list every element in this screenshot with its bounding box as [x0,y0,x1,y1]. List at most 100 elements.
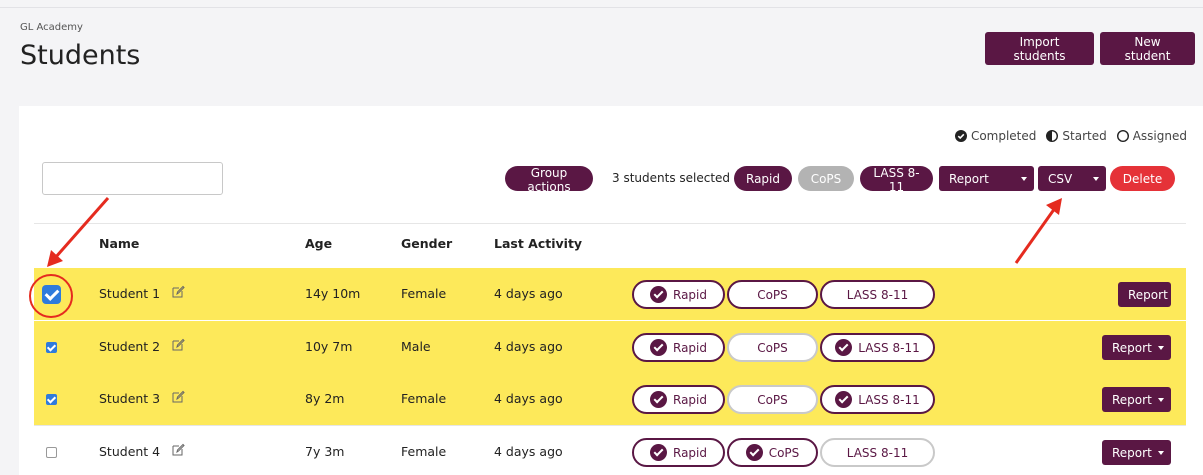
table-top-divider [34,223,1186,224]
selected-count: 3 students selected [612,171,731,185]
test-label: CoPS [768,445,800,460]
column-header-age[interactable]: Age [305,236,332,251]
started-icon [1046,130,1059,142]
csv-label: CSV [1048,171,1073,186]
student-gender: Female [401,444,447,459]
row-checkbox[interactable] [46,394,57,405]
test-rapid-completed[interactable]: Rapid [632,280,725,309]
chevron-down-icon [1158,346,1164,350]
legend-started: Started [1046,129,1107,143]
student-name: Student 1 [99,286,161,301]
test-label: Rapid [673,287,707,302]
test-label: Rapid [673,340,707,355]
test-lass-completed[interactable]: LASS 8-11 [820,333,935,362]
completed-icon [835,391,853,408]
completed-icon [650,286,667,303]
delete-button[interactable]: Delete [1110,166,1175,191]
new-student-button[interactable]: New student [1100,32,1195,65]
test-lass-completed[interactable]: LASS 8-11 [820,385,935,414]
assigned-icon [1116,130,1129,142]
completed-icon [835,339,853,356]
top-divider [0,7,1203,8]
row-checkbox[interactable] [46,447,57,458]
test-cops-completed[interactable]: CoPS [727,438,818,467]
student-gender: Female [401,286,447,301]
csv-dropdown[interactable]: CSV [1038,166,1106,191]
legend-completed: Completed [954,129,1037,143]
test-label: CoPS [757,340,788,355]
search-input[interactable] [42,162,223,195]
edit-icon[interactable] [172,338,185,351]
chevron-down-icon [1021,177,1027,181]
row-report-dropdown[interactable]: Report [1102,387,1171,412]
column-header-name[interactable]: Name [99,236,139,251]
column-header-last-activity[interactable]: Last Activity [494,236,582,251]
test-label: Rapid [673,392,707,407]
row-report-label: Report [1112,445,1152,460]
test-label: LASS 8-11 [858,340,920,355]
row-report-dropdown[interactable]: Report [1102,440,1171,465]
student-age: 8y 2m [305,391,345,406]
completed-icon [954,130,967,142]
test-label: LASS 8-11 [858,392,920,407]
column-header-gender[interactable]: Gender [401,236,452,251]
test-label: LASS 8-11 [846,445,909,460]
test-rapid-completed[interactable]: Rapid [632,333,725,362]
test-label: Rapid [673,445,707,460]
student-gender: Male [401,339,431,354]
test-lass-assigned[interactable]: LASS 8-11 [820,280,935,309]
group-report-label: Report [949,171,989,186]
chevron-down-icon [1093,177,1099,181]
edit-icon[interactable] [172,285,185,298]
completed-icon [650,444,667,461]
legend-started-label: Started [1062,129,1107,143]
test-rapid-completed[interactable]: Rapid [632,438,725,467]
table-row: Student 4 7y 3m Female 4 days ago Rapid … [34,426,1186,475]
test-label: CoPS [757,392,788,407]
group-report-dropdown[interactable]: Report [939,166,1034,191]
legend-completed-label: Completed [970,129,1037,143]
row-report-dropdown[interactable]: Report [1102,335,1171,360]
table-row: Student 1 14y 10m Female 4 days ago Rapi… [34,268,1186,320]
row-report-label: Report [1112,340,1152,355]
student-last-activity: 4 days ago [494,391,563,406]
row-report-label: Report [1112,392,1152,407]
legend-assigned: Assigned [1116,129,1187,143]
completed-icon [745,444,763,461]
import-students-button[interactable]: Import students [985,32,1094,65]
legend-assigned-label: Assigned [1132,129,1187,143]
group-lass-button[interactable]: LASS 8-11 [860,166,933,194]
edit-icon[interactable] [172,390,185,403]
student-gender: Female [401,391,447,406]
table-row: Student 3 8y 2m Female 4 days ago Rapid … [34,373,1186,425]
status-legend: Completed Started Assigned [954,129,1187,143]
student-name: Student 2 [99,339,161,354]
checkbox-highlight-circle [29,274,73,318]
test-label: CoPS [757,287,788,302]
test-lass-assigned[interactable]: LASS 8-11 [820,438,935,467]
org-name: GL Academy [20,22,83,33]
student-last-activity: 4 days ago [494,339,563,354]
student-name: Student 4 [99,444,161,459]
test-cops-assigned[interactable]: CoPS [727,333,818,362]
test-rapid-completed[interactable]: Rapid [632,385,725,414]
edit-icon[interactable] [172,443,185,456]
test-cops-assigned[interactable]: CoPS [727,280,818,309]
test-cops-assigned[interactable]: CoPS [727,385,818,414]
student-name: Student 3 [99,391,161,406]
group-cops-button[interactable]: CoPS [798,166,854,191]
student-age: 14y 10m [305,286,361,301]
row-checkbox[interactable] [46,342,57,353]
student-last-activity: 4 days ago [494,444,563,459]
student-age: 7y 3m [305,444,345,459]
test-label: LASS 8-11 [846,287,909,302]
group-actions-button[interactable]: Group actions [505,166,593,194]
group-rapid-button[interactable]: Rapid [734,166,792,191]
completed-icon [650,391,667,408]
page-title: Students [20,40,141,71]
completed-icon [650,339,667,356]
student-last-activity: 4 days ago [494,286,563,301]
table-row: Student 2 10y 7m Male 4 days ago Rapid C… [34,321,1186,373]
row-report-button[interactable]: Report [1118,282,1171,307]
student-age: 10y 7m [305,339,353,354]
